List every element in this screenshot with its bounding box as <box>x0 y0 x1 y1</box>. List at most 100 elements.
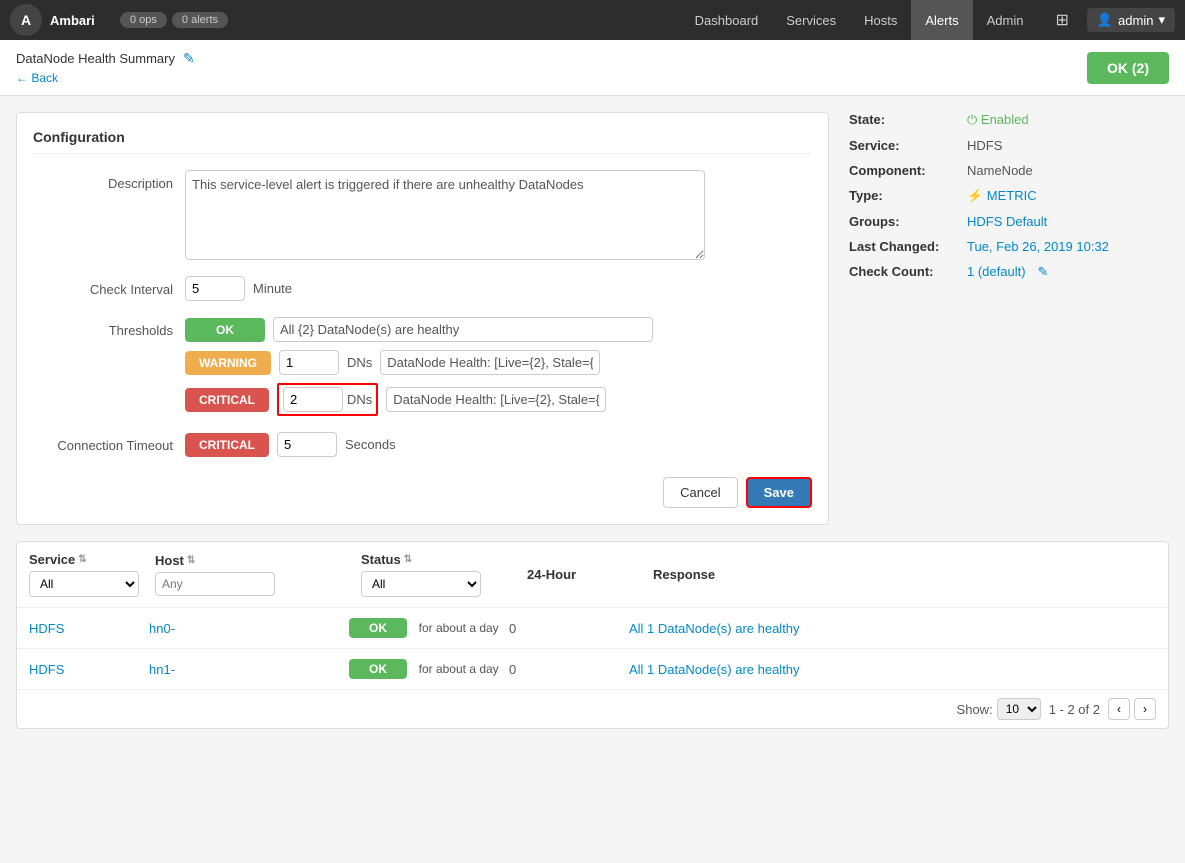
alerts-badge[interactable]: 0 alerts <box>172 12 228 28</box>
nav-links: Dashboard Services Hosts Alerts Admin <box>681 0 1038 40</box>
description-control: This service-level alert is triggered if… <box>185 170 812 260</box>
threshold-critical-row: CRITICAL DNs <box>185 383 606 416</box>
connection-timeout-row: Connection Timeout CRITICAL Seconds <box>33 432 812 457</box>
page-title: DataNode Health Summary ✎ <box>16 50 195 67</box>
info-panel: State: ⏻ Enabled Service: HDFS Component… <box>849 112 1169 525</box>
last-changed-label: Last Changed: <box>849 239 959 254</box>
back-link[interactable]: ← Back <box>16 71 195 85</box>
row-response-0[interactable]: All 1 DataNode(s) are healthy <box>629 621 1156 636</box>
row-status-badge-1: OK <box>349 659 407 679</box>
grid-icon[interactable]: ⊞ <box>1047 10 1076 30</box>
check-count-value: 1 (default) <box>967 264 1026 280</box>
ok-text-input[interactable] <box>273 317 653 342</box>
row-hours-1: for about a day <box>419 662 499 676</box>
component-value: NameNode <box>967 163 1033 178</box>
groups-value: HDFS Default <box>967 214 1047 229</box>
status-filter-select[interactable]: All OK WARNING CRITICAL <box>361 571 481 597</box>
thresholds-control: OK WARNING DNs CRITICAL DNs <box>185 317 812 416</box>
config-panel: Configuration Description This service-l… <box>16 112 829 525</box>
ok-badge: OK <box>185 318 265 342</box>
host-filter-input[interactable] <box>155 572 275 596</box>
cancel-button[interactable]: Cancel <box>663 477 737 508</box>
type-label: Type: <box>849 188 959 204</box>
critical-value-input[interactable] <box>283 387 343 412</box>
warning-unit: DNs <box>347 355 372 370</box>
ops-badge[interactable]: 0 ops <box>120 12 167 28</box>
description-textarea[interactable]: This service-level alert is triggered if… <box>185 170 705 260</box>
warning-badge: WARNING <box>185 351 271 375</box>
table-section: Service ⇅ All HDFS YARN Host ⇅ Status ⇅ … <box>16 541 1169 729</box>
host-col-header: Host ⇅ <box>155 553 345 568</box>
pagination-show: Show: 10 25 50 <box>957 698 1041 720</box>
table-row: HDFS hn0- OK for about a day 0 All 1 Dat… <box>17 608 1168 649</box>
description-label: Description <box>33 170 173 191</box>
user-dropdown-icon: ▾ <box>1158 12 1165 28</box>
warning-value-input[interactable] <box>279 350 339 375</box>
type-value: ⚡ METRIC <box>967 188 1037 204</box>
user-label: admin <box>1118 13 1153 28</box>
warning-text-input[interactable] <box>380 350 600 375</box>
nav-hosts[interactable]: Hosts <box>850 0 911 40</box>
row-count-0: 0 <box>509 621 629 636</box>
row-status-badge-0: OK <box>349 618 407 638</box>
check-count-edit-icon[interactable]: ✎ <box>1038 264 1049 280</box>
pagination-next[interactable]: › <box>1134 698 1156 720</box>
user-icon: 👤 <box>1097 12 1113 28</box>
nav-services[interactable]: Services <box>772 0 850 40</box>
connection-timeout-unit: Seconds <box>345 437 396 452</box>
last-changed-row: Last Changed: Tue, Feb 26, 2019 10:32 <box>849 239 1169 254</box>
service-sort-icon[interactable]: ⇅ <box>78 554 86 565</box>
nav-admin[interactable]: Admin <box>973 0 1038 40</box>
row-response-1[interactable]: All 1 DataNode(s) are healthy <box>629 662 1156 677</box>
type-row: Type: ⚡ METRIC <box>849 188 1169 204</box>
page-title-edit-icon[interactable]: ✎ <box>183 50 195 67</box>
pagination-select[interactable]: 10 25 50 <box>997 698 1041 720</box>
status-sort-icon[interactable]: ⇅ <box>404 554 412 565</box>
service-label: Service: <box>849 138 959 153</box>
check-interval-row: Check Interval Minute <box>33 276 812 301</box>
service-filter-select[interactable]: All HDFS YARN <box>29 571 139 597</box>
service-col-header: Service ⇅ <box>29 552 139 567</box>
last-changed-value: Tue, Feb 26, 2019 10:32 <box>967 239 1109 254</box>
host-sort-icon[interactable]: ⇅ <box>187 555 195 566</box>
status-filter-col: Status ⇅ All OK WARNING CRITICAL <box>361 552 511 597</box>
check-count-row: Check Count: 1 (default) ✎ <box>849 264 1169 280</box>
state-row: State: ⏻ Enabled <box>849 112 1169 128</box>
row-service-1[interactable]: HDFS <box>29 662 149 677</box>
ok-button[interactable]: OK (2) <box>1087 52 1169 84</box>
page-title-area: DataNode Health Summary ✎ ← Back <box>16 50 195 85</box>
user-menu[interactable]: 👤 admin ▾ <box>1087 8 1175 32</box>
save-button[interactable]: Save <box>746 477 812 508</box>
nav-dashboard[interactable]: Dashboard <box>681 0 773 40</box>
row-hours-0: for about a day <box>419 621 499 635</box>
status-col-header: Status ⇅ <box>361 552 511 567</box>
check-interval-unit: Minute <box>253 281 292 296</box>
config-panel-title: Configuration <box>33 129 812 154</box>
response-filter-col: Response <box>653 567 1156 582</box>
service-value: HDFS <box>967 138 1002 153</box>
critical-badge: CRITICAL <box>185 388 269 412</box>
row-count-1: 0 <box>509 662 629 677</box>
check-interval-control: Minute <box>185 276 812 301</box>
hours-col-header: 24-Hour <box>527 567 637 582</box>
connection-timeout-input[interactable] <box>277 432 337 457</box>
groups-row: Groups: HDFS Default <box>849 214 1169 229</box>
hours-col-label: 24-Hour <box>527 567 576 582</box>
critical-text-input[interactable] <box>386 387 606 412</box>
host-col-label: Host <box>155 553 184 568</box>
critical-unit: DNs <box>347 392 372 407</box>
pagination-prev[interactable]: ‹ <box>1108 698 1130 720</box>
pagination-row: Show: 10 25 50 1 - 2 of 2 ‹ › <box>17 690 1168 728</box>
check-interval-input[interactable] <box>185 276 245 301</box>
row-host-0[interactable]: hn0- <box>149 621 349 636</box>
connection-timeout-label: Connection Timeout <box>33 432 173 453</box>
row-service-0[interactable]: HDFS <box>29 621 149 636</box>
hours-filter-col: 24-Hour <box>527 567 637 582</box>
page-header: DataNode Health Summary ✎ ← Back OK (2) <box>0 40 1185 96</box>
service-filter-col: Service ⇅ All HDFS YARN <box>29 552 139 597</box>
row-host-1[interactable]: hn1- <box>149 662 349 677</box>
nav-alerts[interactable]: Alerts <box>911 0 972 40</box>
component-label: Component: <box>849 163 959 178</box>
connection-timeout-badge: CRITICAL <box>185 433 269 457</box>
threshold-warning-row: WARNING DNs <box>185 350 600 375</box>
